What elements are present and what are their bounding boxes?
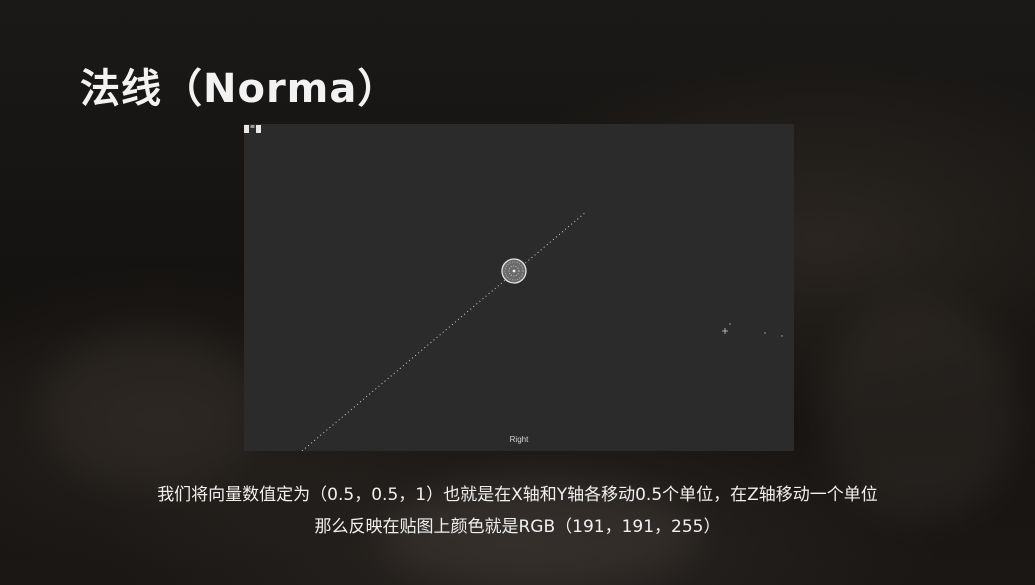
- caption-line-1: 我们将向量数值定为（0.5，0.5，1）也就是在X轴和Y轴各移动0.5个单位，在…: [157, 485, 878, 505]
- dotted-sphere-icon[interactable]: [501, 258, 527, 284]
- slide: 法线（Norma） Right 我们将向量数值定为（0.5，0.5，1）也就是在…: [0, 0, 1035, 585]
- viewport-canvas: [301, 211, 783, 451]
- caption-line-2: 那么反映在贴图上颜色就是RGB（191，191，255）: [314, 517, 721, 537]
- view-cube-icon[interactable]: [244, 124, 262, 134]
- origin-marker: [722, 323, 783, 337]
- background-shape: [40, 330, 260, 490]
- 3d-viewport[interactable]: Right: [244, 124, 794, 451]
- view-label: Right: [509, 435, 529, 444]
- slide-title: 法线（Norma）: [80, 66, 399, 112]
- normal-vector-line: [301, 211, 587, 451]
